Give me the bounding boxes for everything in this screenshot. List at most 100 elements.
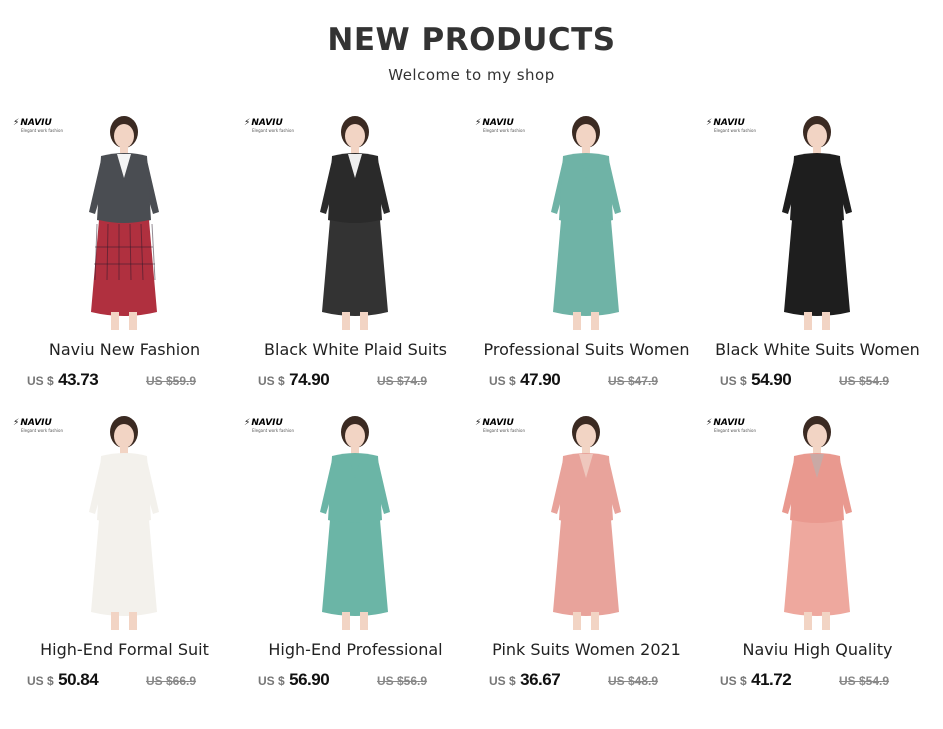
price-row: US $ 50.84 US $66.9 <box>9 670 240 694</box>
product-card[interactable]: NAVIU Elegant work fashion Naviu High Qu… <box>702 412 933 712</box>
product-name[interactable]: Naviu New Fashion <box>9 340 240 359</box>
face <box>114 424 134 448</box>
face <box>807 424 827 448</box>
price-value: 41.72 <box>751 670 792 689</box>
current-price: US $ 50.84 <box>27 670 99 690</box>
original-price: US $66.9 <box>146 674 197 688</box>
skirt <box>553 520 619 616</box>
product-card[interactable]: NAVIU Elegant work fashion Naviu New Fas… <box>9 112 240 412</box>
product-name[interactable]: Black White Suits Women <box>702 340 933 359</box>
price-value: 74.90 <box>289 370 330 389</box>
original-price: US $54.9 <box>839 374 890 388</box>
current-price: US $ 56.90 <box>258 670 330 690</box>
left-leg <box>573 312 581 330</box>
skirt <box>322 220 388 316</box>
face <box>114 124 134 148</box>
currency-label: US $ <box>27 374 54 388</box>
product-name[interactable]: Pink Suits Women 2021 <box>471 640 702 659</box>
product-name[interactable]: High-End Formal Suit <box>9 640 240 659</box>
left-leg <box>342 612 350 630</box>
product-name[interactable]: Professional Suits Women <box>471 340 702 359</box>
original-price: US $54.9 <box>839 674 890 688</box>
product-card[interactable]: NAVIU Elegant work fashion High-End Form… <box>9 412 240 712</box>
neck <box>813 146 821 154</box>
product-card[interactable]: NAVIU Elegant work fashion High-End Prof… <box>240 412 471 712</box>
right-leg <box>360 312 368 330</box>
currency-label: US $ <box>489 374 516 388</box>
price-row: US $ 54.90 US $54.9 <box>702 370 933 394</box>
neck <box>351 146 359 154</box>
neck <box>582 446 590 454</box>
right-leg <box>129 612 137 630</box>
left-leg <box>111 612 119 630</box>
current-price: US $ 54.90 <box>720 370 792 390</box>
neck <box>120 146 128 154</box>
product-name[interactable]: Naviu High Quality <box>702 640 933 659</box>
product-image[interactable] <box>280 412 430 632</box>
face <box>345 124 365 148</box>
price-value: 47.90 <box>520 370 561 389</box>
original-price: US $47.9 <box>608 374 659 388</box>
price-row: US $ 56.90 US $56.9 <box>240 670 471 694</box>
face <box>576 124 596 148</box>
left-leg <box>804 312 812 330</box>
neck <box>813 446 821 454</box>
product-image[interactable] <box>742 412 892 632</box>
currency-label: US $ <box>258 374 285 388</box>
right-leg <box>591 312 599 330</box>
neck <box>120 446 128 454</box>
price-value: 36.67 <box>520 670 561 689</box>
right-leg <box>822 312 830 330</box>
product-image[interactable] <box>49 112 199 332</box>
current-price: US $ 47.90 <box>489 370 561 390</box>
product-card[interactable]: NAVIU Elegant work fashion Professional … <box>471 112 702 412</box>
original-price: US $74.9 <box>377 374 428 388</box>
skirt <box>91 520 157 616</box>
original-price: US $48.9 <box>608 674 659 688</box>
page-subtitle: Welcome to my shop <box>388 66 555 84</box>
skirt <box>91 220 157 316</box>
right-leg <box>591 612 599 630</box>
price-row: US $ 36.67 US $48.9 <box>471 670 702 694</box>
current-price: US $ 74.90 <box>258 370 330 390</box>
price-value: 54.90 <box>751 370 792 389</box>
neck <box>582 146 590 154</box>
product-image[interactable] <box>280 112 430 332</box>
price-value: 43.73 <box>58 370 99 389</box>
product-card[interactable]: NAVIU Elegant work fashion Black White S… <box>702 112 933 412</box>
right-leg <box>360 612 368 630</box>
product-name[interactable]: High-End Professional <box>240 640 471 659</box>
face <box>807 124 827 148</box>
product-image[interactable] <box>49 412 199 632</box>
skirt <box>784 220 850 316</box>
price-row: US $ 41.72 US $54.9 <box>702 670 933 694</box>
original-price: US $59.9 <box>146 374 197 388</box>
price-value: 50.84 <box>58 670 99 689</box>
left-leg <box>804 612 812 630</box>
left-leg <box>111 312 119 330</box>
product-image[interactable] <box>511 112 661 332</box>
skirt <box>553 220 619 316</box>
current-price: US $ 41.72 <box>720 670 792 690</box>
price-row: US $ 74.90 US $74.9 <box>240 370 471 394</box>
left-leg <box>342 312 350 330</box>
page-title: NEW PRODUCTS <box>327 22 616 58</box>
original-price: US $56.9 <box>377 674 428 688</box>
face <box>345 424 365 448</box>
face <box>576 424 596 448</box>
product-card[interactable]: NAVIU Elegant work fashion Pink Suits Wo… <box>471 412 702 712</box>
currency-label: US $ <box>720 374 747 388</box>
currency-label: US $ <box>720 674 747 688</box>
right-leg <box>129 312 137 330</box>
price-row: US $ 47.90 US $47.9 <box>471 370 702 394</box>
product-image[interactable] <box>742 112 892 332</box>
price-row: US $ 43.73 US $59.9 <box>9 370 240 394</box>
right-leg <box>822 612 830 630</box>
currency-label: US $ <box>258 674 285 688</box>
currency-label: US $ <box>489 674 516 688</box>
current-price: US $ 43.73 <box>27 370 99 390</box>
product-image[interactable] <box>511 412 661 632</box>
product-card[interactable]: NAVIU Elegant work fashion Black White P… <box>240 112 471 412</box>
product-name[interactable]: Black White Plaid Suits <box>240 340 471 359</box>
skirt <box>784 520 850 616</box>
